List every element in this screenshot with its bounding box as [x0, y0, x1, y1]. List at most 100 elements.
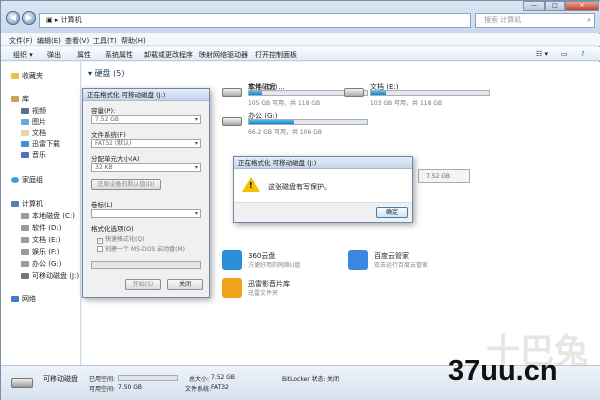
- dialog-footer: 确定: [234, 202, 412, 222]
- address-path: 计算机: [60, 16, 82, 24]
- sidebar-item-drive-g[interactable]: 办公 (G:): [21, 259, 61, 269]
- sidebar-item-drive-d[interactable]: 软件 (D:): [21, 223, 61, 233]
- write-protect-dialog: 正在格式化 可移动磁盘 (J:) ! 这张磁盘有写保护。 确定: [233, 156, 413, 223]
- filesystem-select[interactable]: FAT32 (默认): [91, 139, 201, 148]
- sidebar-item-drive-e[interactable]: 文档 (E:): [21, 235, 60, 245]
- xunlei-icon: [222, 278, 242, 298]
- drive-icon: [21, 225, 29, 231]
- usage-fill: [249, 91, 262, 95]
- video-icon: [21, 108, 29, 114]
- view-options-icon[interactable]: ☷ ▾: [536, 50, 548, 58]
- usage-fill: [249, 120, 294, 124]
- sidebar-item-pictures[interactable]: 图片: [21, 117, 46, 127]
- app-360-cloud[interactable]: 360云盘 方便好用的网络U盘: [222, 250, 332, 272]
- cloud-icon: [222, 250, 242, 270]
- sidebar-network[interactable]: 网络: [11, 294, 36, 304]
- address-row: ◀ ▶ ▣ ▸ 计算机 搜索 计算机 ⌕ — □ ✕: [1, 1, 600, 33]
- control-panel-button[interactable]: 打开控制面板: [255, 50, 297, 60]
- write-protect-message: 这张磁盘有写保护。: [268, 183, 331, 191]
- menu-edit[interactable]: 编辑(E): [37, 36, 61, 46]
- uninstall-button[interactable]: 卸载或更改程序: [144, 50, 193, 60]
- music-icon: [21, 152, 29, 158]
- usage-bar: [248, 119, 368, 125]
- close-dialog-button[interactable]: 关闭: [167, 279, 203, 290]
- back-button[interactable]: ◀: [6, 11, 20, 25]
- sidebar-item-drive-j[interactable]: 可移动磁盘 (J:): [21, 271, 79, 281]
- sidebar-computer[interactable]: 计算机: [11, 199, 43, 209]
- library-icon: [11, 96, 19, 102]
- computer-icon: [11, 201, 19, 207]
- drive-icon: [344, 88, 364, 97]
- allocation-select[interactable]: 32 KB: [91, 163, 201, 172]
- documents-drive[interactable]: 文档 (E:) 103 GB 可用，共 118 GB: [344, 82, 494, 108]
- document-icon: [21, 130, 29, 136]
- eject-button[interactable]: 弹出: [47, 50, 61, 60]
- properties-button[interactable]: 属性: [77, 50, 91, 60]
- start-button[interactable]: 开始(S): [125, 279, 161, 290]
- volume-label-input[interactable]: [91, 209, 201, 218]
- warning-icon: !: [242, 177, 260, 192]
- drive-icon: [222, 117, 242, 126]
- drive-icon: [21, 213, 29, 219]
- msdos-disk-checkbox[interactable]: 创建一个 MS-DOS 启动盘(M): [97, 244, 185, 253]
- drive-icon: [21, 261, 29, 267]
- forward-button[interactable]: ▶: [22, 11, 36, 25]
- menu-view[interactable]: 查看(V): [65, 36, 89, 46]
- capacity-select[interactable]: 7.52 GB: [91, 115, 201, 124]
- restore-defaults-button[interactable]: 还原设备的默认值(D): [91, 179, 161, 190]
- sidebar-library[interactable]: 库: [11, 94, 29, 104]
- removable-drive-icon: [11, 378, 33, 388]
- picture-icon: [21, 119, 29, 125]
- menu-tools[interactable]: 工具(T): [93, 36, 117, 46]
- ok-button[interactable]: 确定: [376, 207, 408, 218]
- search-placeholder: 搜索 计算机: [484, 16, 522, 24]
- minimize-button[interactable]: —: [523, 1, 545, 11]
- removable-drive-j[interactable]: 7.52 GB: [418, 167, 478, 187]
- used-space-bar: [118, 375, 178, 381]
- close-button[interactable]: ✕: [565, 1, 599, 11]
- drive-icon: [21, 249, 29, 255]
- computer-icon: ▣ ▸: [46, 16, 61, 24]
- removable-drive-icon: [21, 273, 29, 279]
- drive-icon: [21, 237, 29, 243]
- menu-help[interactable]: 帮助(H): [121, 36, 146, 46]
- menu-bar: 文件(F) 编辑(E) 查看(V) 工具(T) 帮助(H): [1, 34, 600, 46]
- download-icon: [21, 141, 29, 147]
- sidebar-item-drive-c[interactable]: 本地磁盘 (C:): [21, 211, 75, 221]
- app-baidu-cloud[interactable]: 百度云管家 双击运行百度云管家: [348, 250, 458, 272]
- sidebar-item-drive-f[interactable]: 娱乐 (F:): [21, 247, 60, 257]
- progress-bar: [91, 261, 201, 269]
- help-icon[interactable]: ?: [581, 50, 585, 58]
- hard-disk-group-title[interactable]: ▾ 硬盘 (5): [88, 68, 124, 79]
- office-drive[interactable]: 办公 (G:) 66.2 GB 可用，共 106 GB: [222, 111, 372, 137]
- quick-format-checkbox[interactable]: ✓ 快速格式化(Q): [97, 234, 144, 244]
- preview-pane-icon[interactable]: ▭: [561, 50, 568, 58]
- organize-button[interactable]: 组织 ▾: [13, 50, 33, 60]
- sidebar-item-videos[interactable]: 视频: [21, 106, 46, 116]
- drive-icon: [222, 88, 242, 97]
- sidebar-favorites[interactable]: 收藏夹: [11, 71, 43, 81]
- sidebar-item-thunder[interactable]: 迅雷下载: [21, 139, 60, 149]
- search-input[interactable]: 搜索 计算机 ⌕: [475, 13, 595, 28]
- star-icon: [11, 73, 19, 79]
- usage-bar: [370, 90, 490, 96]
- maximize-button[interactable]: □: [545, 1, 565, 11]
- sidebar-item-documents[interactable]: 文档: [21, 128, 46, 138]
- usage-fill: [371, 91, 387, 95]
- homegroup-icon: [11, 177, 19, 183]
- network-icon: [11, 296, 19, 302]
- system-properties-button[interactable]: 系统属性: [105, 50, 133, 60]
- address-bar[interactable]: ▣ ▸ 计算机: [39, 13, 471, 28]
- app-xunlei-library[interactable]: 迅雷影音片库 迅雷文件夹: [222, 278, 332, 300]
- checkbox-empty-icon: [97, 246, 103, 252]
- baidu-cloud-icon: [348, 250, 368, 270]
- sidebar-homegroup[interactable]: 家庭组: [11, 175, 43, 185]
- sidebar-item-music[interactable]: 音乐: [21, 150, 46, 160]
- command-bar: 组织 ▾ 弹出 属性 系统属性 卸载或更改程序 映射网络驱动器 打开控制面板 ☷…: [1, 47, 600, 61]
- write-protect-dialog-title: 正在格式化 可移动磁盘 (J:): [234, 157, 412, 169]
- format-dialog: 正在格式化 可移动磁盘 (J:) 容量(P): 7.52 GB 文件系统(F) …: [82, 88, 210, 298]
- search-icon: ⌕: [587, 16, 591, 24]
- menu-file[interactable]: 文件(F): [9, 36, 33, 46]
- format-dialog-title: 正在格式化 可移动磁盘 (J:): [83, 89, 209, 101]
- map-drive-button[interactable]: 映射网络驱动器: [199, 50, 248, 60]
